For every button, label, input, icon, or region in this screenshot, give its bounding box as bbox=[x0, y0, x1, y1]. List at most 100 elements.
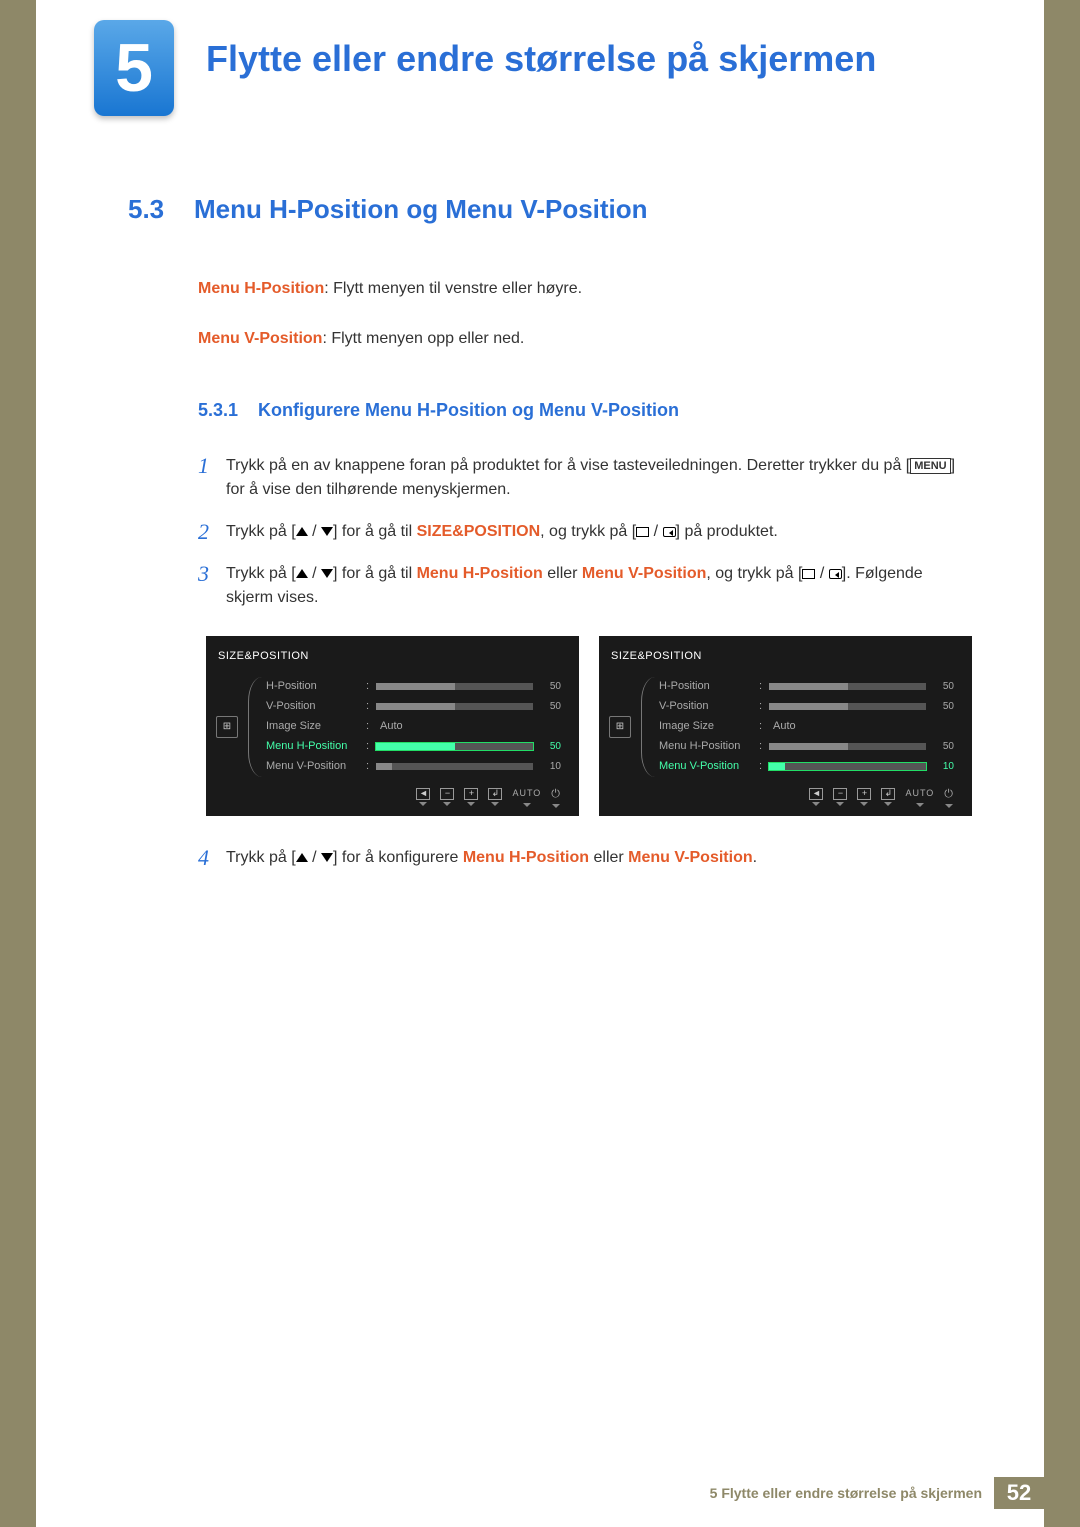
text: Trykk på [ bbox=[226, 565, 296, 582]
osd-value: 10 bbox=[932, 759, 954, 774]
osd-label: Image Size bbox=[659, 718, 759, 735]
em-size-position: SIZE&POSITION bbox=[417, 523, 541, 540]
step-4: 4 Trykk på [ / ] for å konfigurere Menu … bbox=[198, 846, 972, 870]
osd-label: Menu H-Position bbox=[659, 738, 759, 755]
caret-down-icon bbox=[916, 803, 924, 807]
osd-row: V-Position: 50 bbox=[266, 697, 561, 717]
em-menu-v: Menu V-Position bbox=[582, 565, 706, 582]
osd-label: Menu H-Position bbox=[266, 738, 366, 755]
osd-slider bbox=[376, 743, 533, 750]
osd-row: V-Position:50 bbox=[659, 697, 954, 717]
caret-down-icon bbox=[860, 802, 868, 806]
em-menu-v: Menu V-Position bbox=[628, 849, 752, 866]
colon: : bbox=[366, 758, 376, 775]
osd-row: Menu H-Position:50 bbox=[659, 737, 954, 757]
osd-control-icon: − bbox=[440, 788, 454, 800]
osd-label: Menu V-Position bbox=[659, 758, 759, 775]
caret-down-icon bbox=[552, 804, 560, 808]
colon: : bbox=[366, 698, 376, 715]
term-text: : Flytt menyen opp eller ned. bbox=[322, 330, 524, 347]
step-number: 1 bbox=[198, 454, 226, 502]
step-text: Trykk på [ / ] for å gå til SIZE&POSITIO… bbox=[226, 520, 972, 544]
triangle-up-icon bbox=[296, 853, 308, 862]
step-1: 1 Trykk på en av knappene foran på produ… bbox=[198, 454, 972, 502]
osd-slider bbox=[769, 703, 926, 710]
osd-row: H-Position: 50 bbox=[659, 677, 954, 697]
section-number: 5.3 bbox=[128, 190, 194, 229]
colon: : bbox=[366, 678, 376, 695]
osd-value: 50 bbox=[539, 679, 561, 694]
main-body: 5.3Menu H-Position og Menu V-Position Me… bbox=[128, 190, 972, 888]
step-2: 2 Trykk på [ / ] for å gå til SIZE&POSIT… bbox=[198, 520, 972, 544]
text: , og trykk på [ bbox=[540, 523, 636, 540]
power-icon: ⏻ bbox=[551, 786, 561, 803]
curve-decoration bbox=[248, 677, 262, 777]
colon: : bbox=[759, 758, 769, 775]
term-menu-h: Menu H-Position bbox=[198, 280, 324, 297]
grid-icon: ⊞ bbox=[609, 716, 631, 738]
caret-down-icon bbox=[836, 802, 844, 806]
text: Trykk på [ bbox=[226, 523, 296, 540]
osd-auto-label: AUTO bbox=[905, 787, 934, 801]
osd-value: 50 bbox=[932, 679, 954, 694]
osd-controls: ◄−+↲AUTO⏻ bbox=[416, 786, 561, 809]
osd-slider bbox=[376, 703, 533, 710]
chapter-number-badge: 5 bbox=[94, 20, 174, 116]
osd-value: 50 bbox=[932, 739, 954, 754]
text: eller bbox=[589, 849, 628, 866]
colon: : bbox=[759, 718, 769, 735]
text: , og trykk på [ bbox=[706, 565, 802, 582]
osd-value-text: Auto bbox=[376, 718, 561, 735]
caret-down-icon bbox=[523, 803, 531, 807]
osd-value: 50 bbox=[539, 699, 561, 714]
caret-down-icon bbox=[945, 804, 953, 808]
caret-down-icon bbox=[443, 802, 451, 806]
triangle-up-icon bbox=[296, 569, 308, 578]
page-footer: 5 Flytte eller endre størrelse på skjerm… bbox=[698, 1477, 1044, 1509]
osd-label: H-Position bbox=[266, 678, 366, 695]
osd-panel-right: SIZE&POSITION⊞H-Position:50V-Position:50… bbox=[599, 636, 972, 816]
osd-label: Menu V-Position bbox=[266, 758, 366, 775]
text: Trykk på [ bbox=[226, 849, 296, 866]
step-number: 2 bbox=[198, 520, 226, 544]
step-number: 4 bbox=[198, 846, 226, 870]
osd-value-text: Auto bbox=[769, 718, 954, 735]
screen-icon bbox=[636, 527, 649, 537]
triangle-down-icon bbox=[321, 853, 333, 862]
triangle-down-icon bbox=[321, 569, 333, 578]
colon: : bbox=[759, 678, 769, 695]
enter-icon bbox=[829, 569, 842, 579]
caret-down-icon bbox=[419, 802, 427, 806]
enter-icon bbox=[663, 527, 676, 537]
osd-control-icon: ↲ bbox=[488, 788, 502, 800]
step-text: Trykk på [ / ] for å konfigurere Menu H-… bbox=[226, 846, 972, 870]
step-number: 3 bbox=[198, 562, 226, 610]
osd-value: 50 bbox=[539, 739, 561, 754]
subsection-heading: 5.3.1Konfigurere Menu H-Position og Menu… bbox=[198, 397, 972, 424]
osd-panel-left: SIZE&POSITION⊞H-Position:50V-Position:50… bbox=[206, 636, 579, 816]
text: Trykk på en av knappene foran på produkt… bbox=[226, 457, 910, 474]
footer-text: 5 Flytte eller endre størrelse på skjerm… bbox=[698, 1477, 994, 1509]
description-line: Menu V-Position: Flytt menyen opp eller … bbox=[198, 327, 972, 351]
chapter-title: Flytte eller endre størrelse på skjermen bbox=[206, 38, 876, 80]
description-line: Menu H-Position: Flytt menyen til venstr… bbox=[198, 277, 972, 301]
osd-label: V-Position bbox=[266, 698, 366, 715]
osd-control-icon: + bbox=[464, 788, 478, 800]
screen-icon bbox=[802, 569, 815, 579]
menu-key-icon: MENU bbox=[910, 458, 950, 474]
osd-slider bbox=[376, 763, 533, 770]
term-text: : Flytt menyen til venstre eller høyre. bbox=[324, 280, 582, 297]
subsection-number: 5.3.1 bbox=[198, 397, 258, 424]
section-heading: 5.3Menu H-Position og Menu V-Position bbox=[128, 190, 972, 229]
text: ] for å gå til bbox=[333, 565, 417, 582]
steps-list: 1 Trykk på en av knappene foran på produ… bbox=[198, 454, 972, 870]
osd-control-icon: ◄ bbox=[809, 788, 823, 800]
osd-label: H-Position bbox=[659, 678, 759, 695]
curve-decoration bbox=[641, 677, 655, 777]
osd-row: Image Size:Auto bbox=[659, 717, 954, 737]
page-content: 5 Flytte eller endre størrelse på skjerm… bbox=[36, 0, 1044, 1527]
osd-label: V-Position bbox=[659, 698, 759, 715]
page-strip-left bbox=[0, 0, 36, 1527]
osd-row: Image Size:Auto bbox=[266, 717, 561, 737]
osd-control-icon: ◄ bbox=[416, 788, 430, 800]
